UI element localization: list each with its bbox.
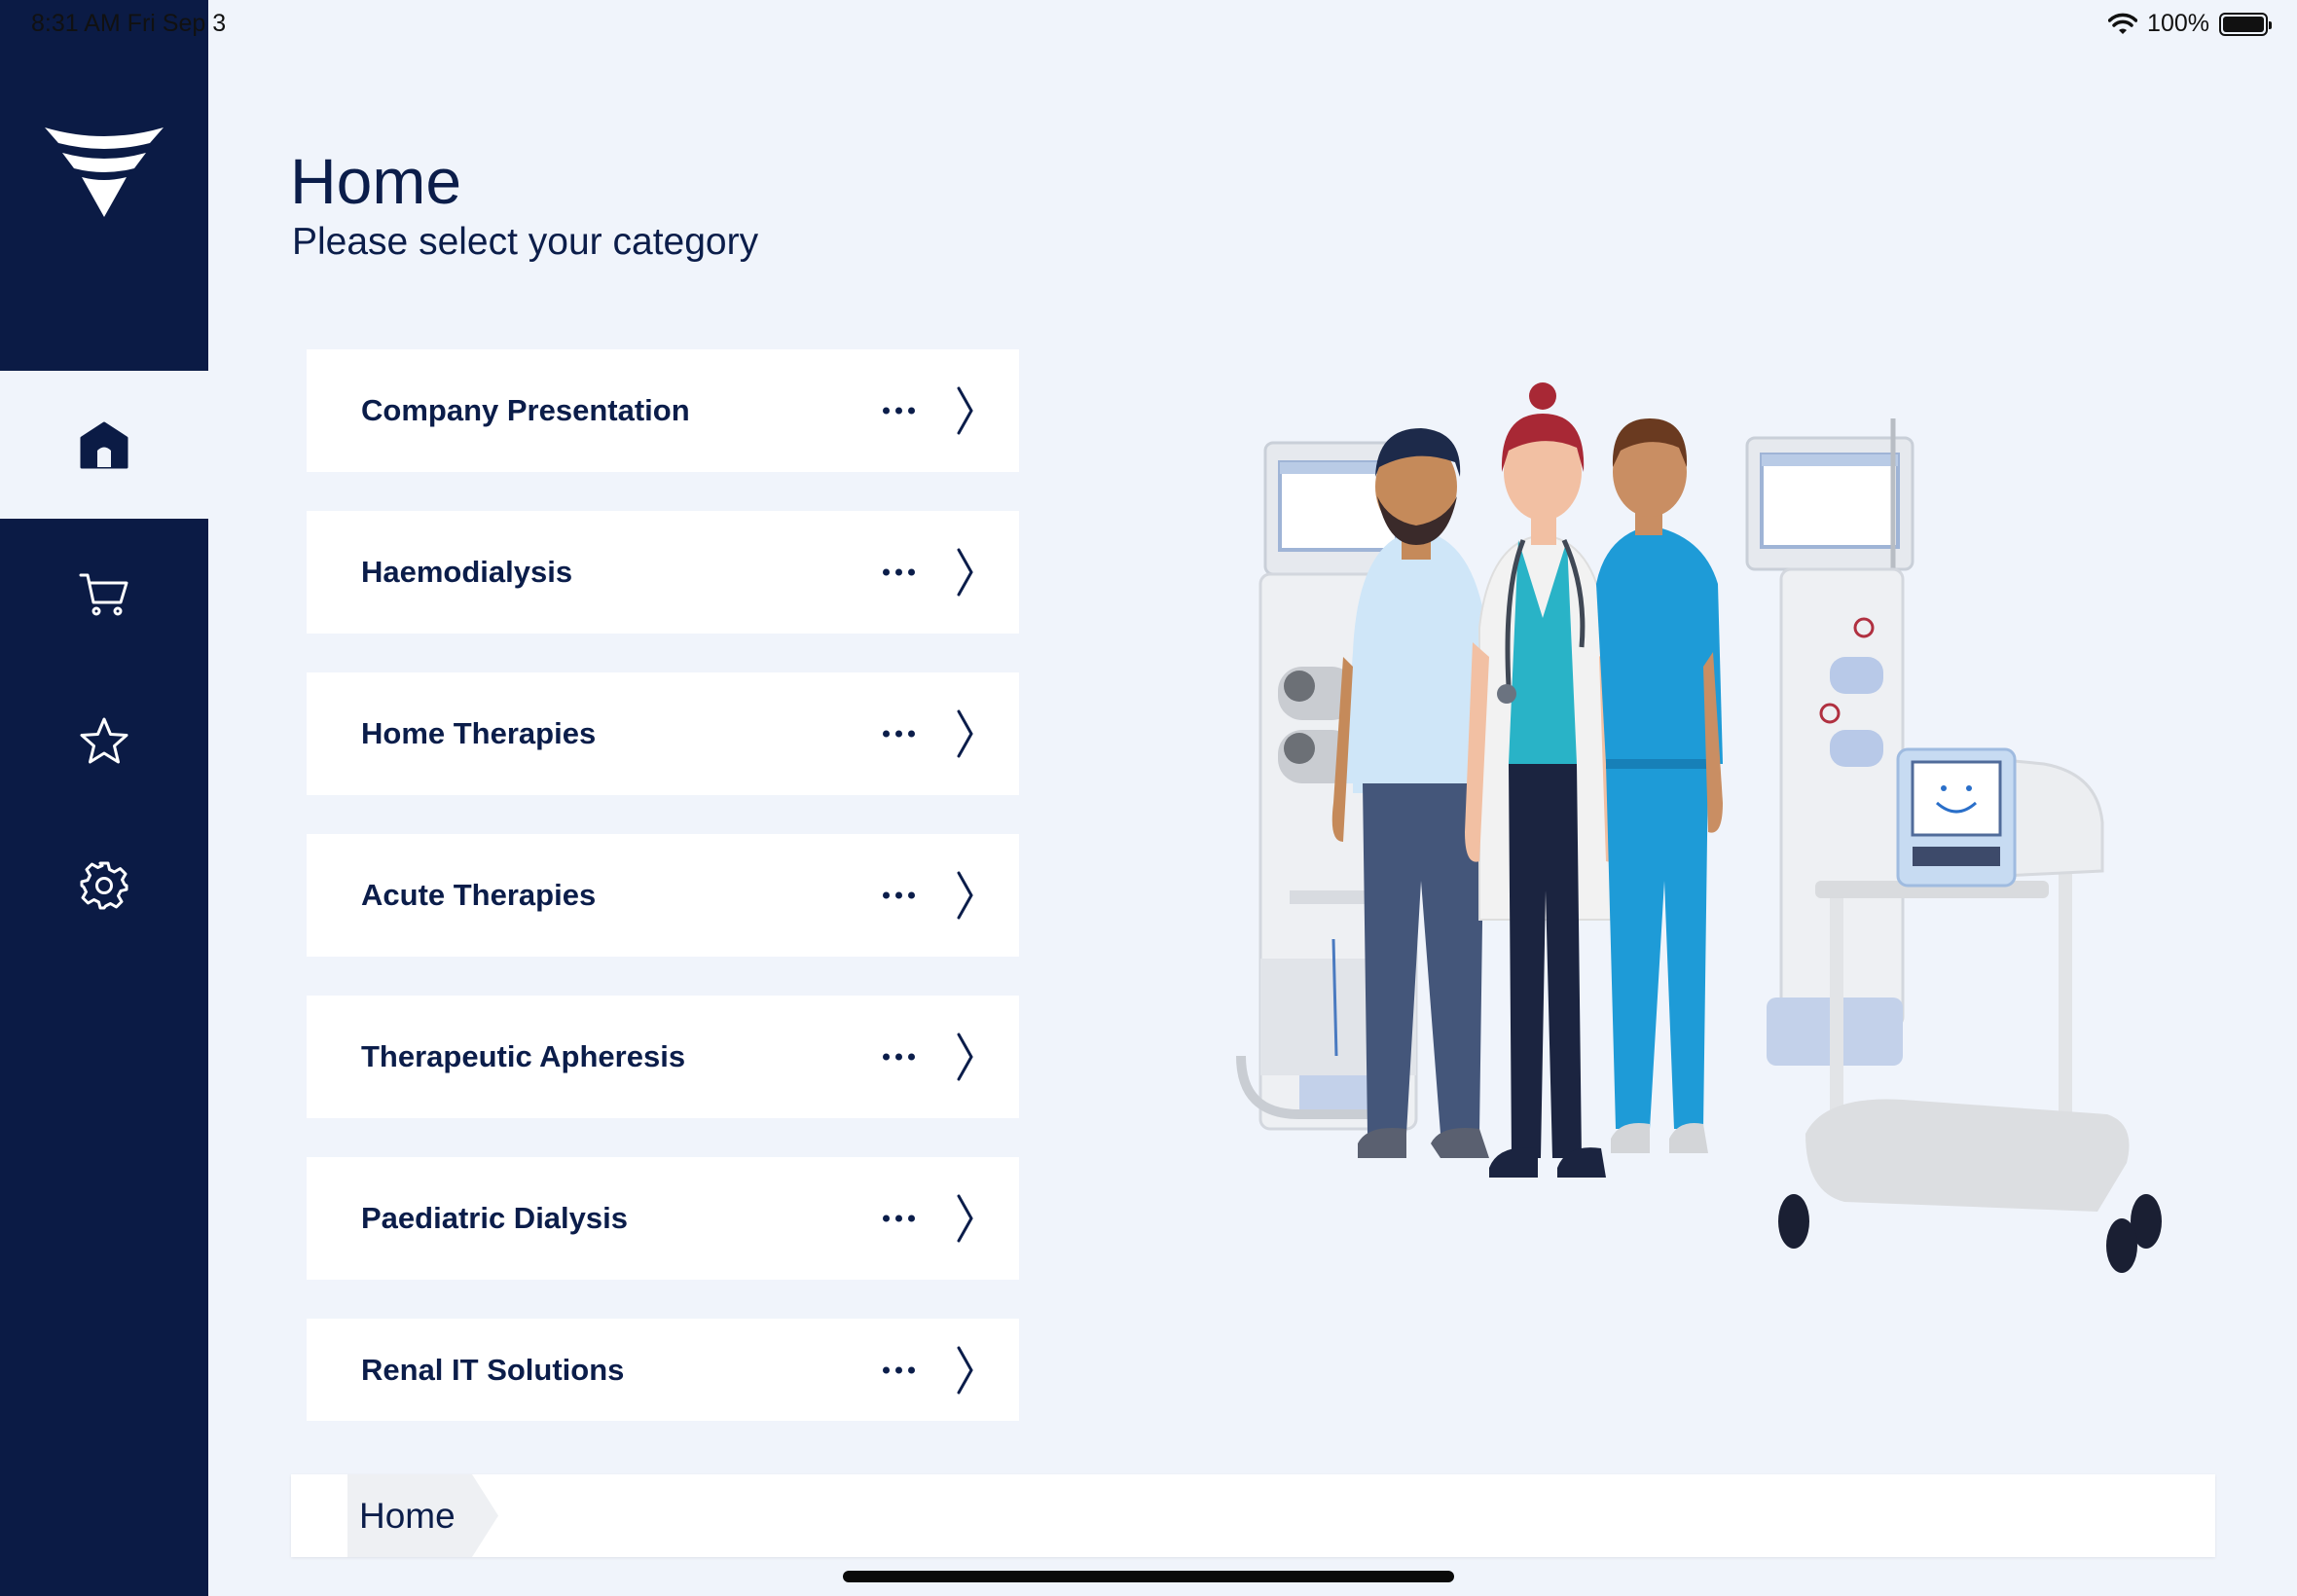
- more-icon[interactable]: [883, 568, 915, 576]
- category-label: Paediatric Dialysis: [361, 1201, 628, 1235]
- category-label: Haemodialysis: [361, 555, 573, 589]
- star-icon: [80, 717, 128, 764]
- page-subtitle: Please select your category: [292, 221, 759, 263]
- chevron-right-icon: [957, 1346, 973, 1394]
- more-icon[interactable]: [883, 1053, 915, 1061]
- category-label: Therapeutic Apheresis: [361, 1039, 686, 1073]
- home-icon: [80, 421, 128, 469]
- more-icon[interactable]: [883, 1366, 915, 1373]
- category-item-renal-it-solutions[interactable]: Renal IT Solutions: [307, 1319, 1019, 1421]
- brand-logo: [45, 127, 164, 217]
- chevron-right-icon: [957, 709, 973, 758]
- category-item-haemodialysis[interactable]: Haemodialysis: [307, 511, 1019, 634]
- sidebar-item-settings[interactable]: [0, 812, 208, 960]
- more-icon[interactable]: [883, 407, 915, 415]
- category-label: Home Therapies: [361, 716, 597, 750]
- category-item-therapeutic-apheresis[interactable]: Therapeutic Apheresis: [307, 996, 1019, 1118]
- status-time: 8:31 AM Fri Sep 3: [31, 10, 227, 37]
- status-bar: 8:31 AM Fri Sep 3 100%: [0, 0, 2297, 47]
- category-item-company-presentation[interactable]: Company Presentation: [307, 349, 1019, 472]
- chevron-right-icon: [957, 1194, 973, 1243]
- gear-icon: [80, 861, 128, 910]
- breadcrumb-item-home[interactable]: Home: [359, 1496, 456, 1537]
- category-label: Renal IT Solutions: [361, 1352, 625, 1387]
- category-label: Acute Therapies: [361, 878, 597, 912]
- category-item-home-therapies[interactable]: Home Therapies: [307, 672, 1019, 795]
- battery-fill: [2223, 16, 2264, 32]
- chevron-right-icon: [957, 871, 973, 920]
- cart-icon: [79, 573, 128, 616]
- breadcrumb: Home: [291, 1474, 2215, 1557]
- wifi-icon: [2108, 13, 2138, 34]
- category-item-acute-therapies[interactable]: Acute Therapies: [307, 834, 1019, 957]
- status-right: 100%: [2108, 10, 2272, 38]
- category-label: Company Presentation: [361, 393, 690, 427]
- sidebar: [0, 0, 208, 1596]
- chevron-right-icon: [957, 1033, 973, 1081]
- more-icon[interactable]: [883, 1215, 915, 1222]
- person-woman-doctor: [1465, 382, 1621, 1178]
- sidebar-item-favorites[interactable]: [0, 668, 208, 816]
- chevron-right-icon: [957, 548, 973, 597]
- sidebar-item-cart[interactable]: [0, 520, 208, 668]
- battery-percent: 100%: [2147, 10, 2209, 37]
- more-icon[interactable]: [883, 891, 915, 899]
- battery-icon: [2219, 12, 2272, 36]
- medical-staff-illustration: [1236, 382, 2162, 1273]
- person-man-scrubs: [1596, 418, 1723, 1153]
- category-item-paediatric-dialysis[interactable]: Paediatric Dialysis: [307, 1157, 1019, 1280]
- home-indicator[interactable]: [843, 1571, 1454, 1582]
- sidebar-item-home[interactable]: [0, 371, 208, 519]
- chevron-right-icon: [957, 386, 973, 435]
- more-icon[interactable]: [883, 730, 915, 738]
- page-title: Home: [290, 145, 462, 217]
